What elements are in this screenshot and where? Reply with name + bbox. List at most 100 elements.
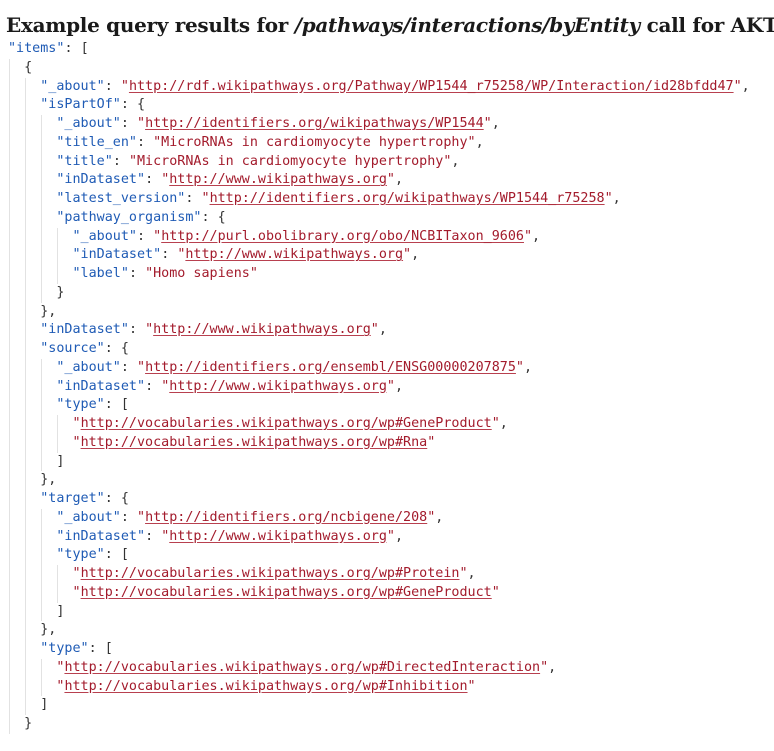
quote: ": [467, 678, 476, 694]
json-code-block: "items": [ { "_about": "http://rdf.wikip…: [8, 40, 750, 734]
json-url-link[interactable]: http://www.wikipathways.org: [169, 529, 387, 544]
json-key: "_about": [56, 509, 121, 525]
quote: ": [120, 78, 129, 94]
json-url-link[interactable]: http://vocabularies.wikipathways.org/wp#…: [81, 585, 492, 600]
indent-guide: [41, 415, 43, 434]
indent-guide: [41, 265, 43, 284]
indent-guide: [41, 115, 43, 134]
colon: :: [120, 97, 137, 113]
code-line: ]: [8, 452, 750, 472]
comma: ,: [411, 247, 420, 263]
colon: :: [201, 209, 218, 225]
json-key: "label": [72, 266, 129, 281]
code-line: "type": [: [8, 546, 750, 565]
colon: :: [64, 41, 81, 56]
json-key: "title_en": [56, 134, 137, 150]
indent-guide: [41, 171, 43, 190]
code-line: "label": "Homo sapiens": [8, 265, 750, 284]
close-bracket: }: [24, 716, 33, 731]
colon: :: [104, 547, 121, 563]
json-key: "type": [56, 547, 105, 563]
indent-guide: [25, 246, 27, 265]
comma: ,: [548, 659, 557, 675]
json-url-link[interactable]: http://identifiers.org/wikipathways/WP15…: [145, 116, 484, 131]
json-key: "title": [56, 153, 113, 169]
close-bracket: },: [40, 622, 57, 638]
close-bracket: ]: [56, 603, 65, 619]
json-url-link[interactable]: http://identifiers.org/wikipathways/WP15…: [210, 191, 605, 206]
code-line: "inDataset": "http://www.wikipathways.or…: [8, 171, 750, 190]
indent-guide: [25, 377, 27, 397]
colon: :: [120, 116, 137, 131]
json-key: "pathway_organism": [56, 209, 202, 225]
quote: ": [733, 78, 742, 94]
indent-guide: [57, 583, 59, 603]
json-url-link[interactable]: http://www.wikipathways.org: [153, 322, 371, 337]
quote: ": [72, 584, 81, 600]
json-key: "target": [40, 491, 105, 506]
code-line: ]: [8, 696, 750, 715]
code-line: "_about": "http://purl.obolibrary.org/ob…: [8, 227, 750, 247]
code-line: "http://vocabularies.wikipathways.org/wp…: [8, 677, 750, 697]
code-line: "pathway_organism": {: [8, 208, 750, 228]
indent-guide: [25, 171, 27, 190]
json-url-link[interactable]: http://rdf.wikipathways.org/Pathway/WP15…: [129, 79, 734, 94]
json-url-link[interactable]: http://vocabularies.wikipathways.org/wp#…: [81, 566, 460, 581]
close-bracket: }: [56, 284, 65, 300]
indent-guide: [25, 640, 27, 659]
colon: :: [104, 491, 121, 506]
json-url-link[interactable]: http://vocabularies.wikipathways.org/wp#…: [64, 679, 467, 694]
json-url-link[interactable]: http://www.wikipathways.org: [169, 379, 387, 394]
quote: ": [72, 566, 81, 581]
json-key: "_about": [56, 359, 121, 375]
indent-guide: [41, 208, 43, 228]
json-key: "_about": [56, 116, 121, 131]
code-line: "inDataset": "http://www.wikipathways.or…: [8, 377, 750, 397]
json-url-link[interactable]: http://www.wikipathways.org: [169, 172, 387, 187]
json-url-link[interactable]: http://www.wikipathways.org: [185, 247, 403, 262]
json-url-link[interactable]: http://purl.obolibrary.org/obo/NCBITaxon…: [161, 229, 524, 244]
comma: ,: [523, 359, 533, 375]
quote: ": [515, 359, 524, 375]
json-string-value: "Homo sapiens": [145, 266, 258, 281]
quote: ": [403, 247, 412, 263]
indent-guide: [25, 471, 27, 490]
quote: ": [604, 191, 613, 206]
open-bracket: [: [120, 397, 129, 413]
open-brace: {: [24, 59, 33, 75]
indent-guide: [25, 696, 27, 715]
json-url-link[interactable]: http://vocabularies.wikipathways.org/wp#…: [81, 416, 492, 431]
json-url-link[interactable]: http://vocabularies.wikipathways.org/wp#…: [81, 435, 428, 450]
indent-guide: [41, 527, 43, 547]
heading-prefix: Example query results for: [6, 13, 295, 37]
heading-suffix: call for AKT2: [646, 13, 774, 37]
comma: ,: [394, 528, 404, 544]
indent-guide: [41, 283, 43, 303]
indent-guide: [41, 152, 43, 172]
code-line: "type": [: [8, 640, 750, 659]
indent-guide: [25, 396, 27, 415]
indent-guide: [25, 358, 27, 378]
json-url-link[interactable]: http://identifiers.org/ncbigene/208: [145, 510, 427, 525]
quote: ": [137, 359, 146, 375]
quote: ": [72, 434, 81, 450]
json-url-link[interactable]: http://vocabularies.wikipathways.org/wp#…: [64, 660, 540, 675]
json-key: "inDataset": [56, 172, 146, 188]
comma: ,: [741, 78, 750, 94]
indent-guide: [25, 265, 27, 284]
json-key: "_about": [40, 78, 105, 94]
close-bracket: ]: [40, 697, 49, 713]
code-line: },: [8, 621, 750, 640]
colon: :: [104, 341, 121, 356]
close-bracket: ]: [56, 453, 65, 469]
json-url-link[interactable]: http://identifiers.org/ensembl/ENSG00000…: [145, 360, 516, 375]
indent-guide: [25, 115, 27, 134]
open-bracket: [: [120, 547, 129, 563]
json-key: "type": [56, 397, 105, 413]
code-line: "inDataset": "http://www.wikipathways.or…: [8, 246, 750, 265]
quote: ": [483, 116, 492, 131]
indent-guide: [25, 602, 27, 622]
code-line: },: [8, 471, 750, 490]
indent-guide: [57, 415, 59, 434]
comma: ,: [378, 322, 387, 338]
